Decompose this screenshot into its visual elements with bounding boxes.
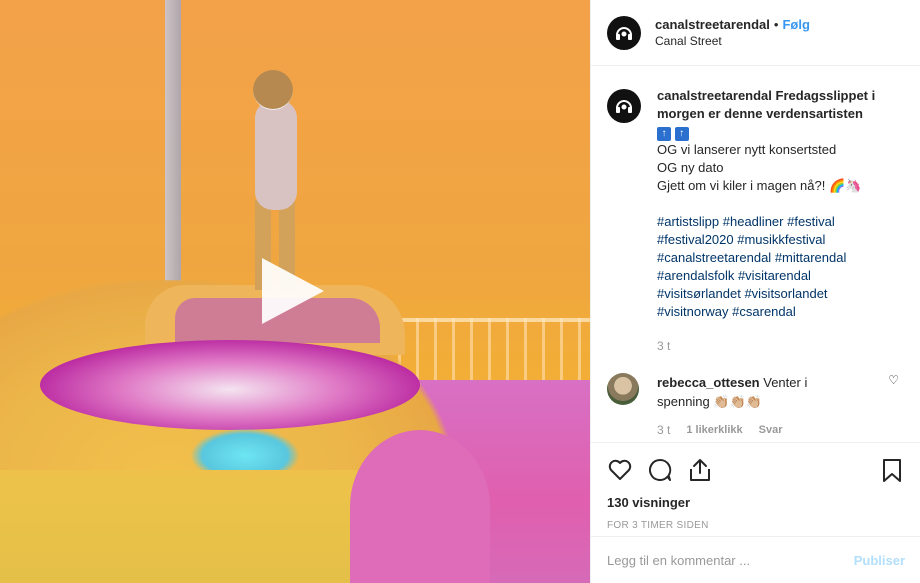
publish-button[interactable]: Publiser [854,553,905,568]
headphones-logo-icon [616,26,632,40]
hashtag-link[interactable]: #canalstreetarendal [657,250,771,265]
caption-emoji-row: ↑ ↑ [657,123,887,141]
hashtag-link[interactable]: #visitarendal [738,268,811,283]
caption-comment: canalstreetarendal Fredagsslippet i morg… [607,87,905,355]
bookmark-icon[interactable] [879,457,905,483]
hashtag-link[interactable]: #musikkfestival [737,232,825,247]
hashtag-link[interactable]: #arendalsfolk [657,268,734,283]
avatar[interactable] [607,373,639,405]
hashtag-link[interactable]: #festival [787,214,835,229]
hashtag-link[interactable]: #csarendal [732,304,796,319]
hashtags: #artistslipp #headliner #festival #festi… [657,213,887,321]
reply-likes-count[interactable]: 1 likerklikk [686,424,742,436]
hashtag-link[interactable]: #visitsørlandet [657,286,741,301]
avatar[interactable] [607,15,641,50]
up-arrow-icon: ↑ [674,127,689,141]
hashtag-link[interactable]: #headliner [723,214,784,229]
hashtag-link[interactable]: #artistslipp [657,214,719,229]
header-username[interactable]: canalstreetarendal [655,17,770,32]
reply-meta: 3 t 1 likerklikk Svar [657,423,905,437]
comments-section: canalstreetarendal Fredagsslippet i morg… [591,67,920,442]
caption-line: OG vi lanserer nytt konsertsted [657,142,837,157]
caption-username[interactable]: canalstreetarendal [657,88,772,103]
headphones-logo-icon [616,100,632,113]
avatar[interactable] [607,89,641,123]
post-viewer: canalstreetarendal • Følg Canal Street can… [0,0,920,583]
up-arrow-icon: ↑ [657,127,671,141]
car-hood [40,340,420,430]
reply-comment: rebecca_ottesen Venter i spenning 👏🏼👏🏼👏🏼 [607,373,905,411]
caption-line: Gjett om vi kiler i magen nå?! 🌈🦄 [657,178,862,193]
street-pole [165,0,181,310]
performer-figure [225,60,325,290]
hashtag-link[interactable]: #visitsorlandet [744,286,827,301]
video-media[interactable] [0,0,590,583]
post-sidebar: canalstreetarendal • Følg Canal Street can… [590,0,920,583]
reply-timestamp[interactable]: 3 t [657,423,670,437]
comment-icon[interactable] [647,457,673,483]
heart-icon[interactable] [607,457,633,483]
caption-timestamp[interactable]: 3 t [657,337,887,355]
hashtag-link[interactable]: #visitnorway [657,304,729,319]
separator-dot: • [773,16,779,32]
hashtag-link[interactable]: #mittarendal [775,250,847,265]
views-count[interactable]: 130 visninger [607,495,905,510]
reply-button[interactable]: Svar [759,424,783,436]
location-link[interactable]: Canal Street [655,33,810,50]
post-header: canalstreetarendal • Følg Canal Street [591,0,920,66]
like-comment-heart-icon[interactable]: ♡ [888,373,899,387]
comment-box: Legg til en kommentar ... Publiser [591,536,920,583]
play-icon[interactable] [262,258,324,324]
caption-line: OG ny dato [657,160,724,175]
comment-input[interactable]: Legg til en kommentar ... [607,553,854,568]
share-icon[interactable] [687,457,713,483]
post-age: FOR 3 TIMER SIDEN [607,520,709,531]
follow-button[interactable]: Følg [782,17,809,32]
hashtag-link[interactable]: #festival2020 [657,232,734,247]
car-wheel [350,430,490,583]
post-actions: 130 visninger FOR 3 TIMER SIDEN [591,442,920,531]
reply-username[interactable]: rebecca_ottesen [657,375,760,390]
